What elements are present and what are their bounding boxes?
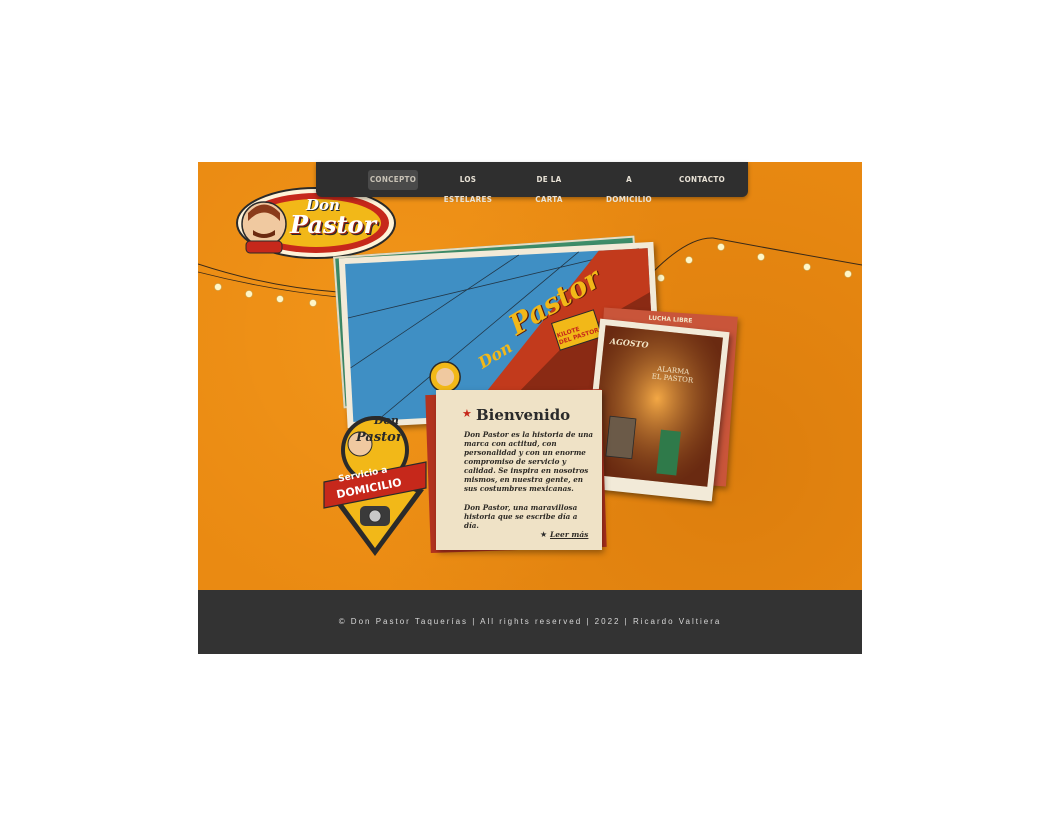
light-bulb bbox=[245, 290, 253, 298]
light-bulb bbox=[803, 263, 811, 271]
nav-los-estelares[interactable]: LOS ESTELARES bbox=[437, 170, 499, 204]
nav-de-la-carta[interactable]: DE LA CARTA bbox=[524, 170, 574, 204]
light-bulb bbox=[844, 270, 852, 278]
light-bulb bbox=[276, 295, 284, 303]
star-icon: ★ bbox=[462, 407, 472, 420]
light-bulb bbox=[717, 243, 725, 251]
badge-brand-pastor: Pastor bbox=[356, 430, 403, 445]
light-bulb bbox=[214, 283, 222, 291]
welcome-tagline: Don Pastor, una maravillosa historia que… bbox=[464, 503, 578, 530]
website-frame: Don Pastor Don Pastor KILOTE DEL PASTOR … bbox=[198, 162, 862, 654]
logo[interactable]: Don Pastor bbox=[234, 186, 396, 262]
light-bulb bbox=[657, 274, 665, 282]
welcome-body: Don Pastor es la historia de una marca c… bbox=[464, 430, 594, 493]
read-more-link[interactable]: Leer más bbox=[550, 530, 588, 539]
star-bullet-icon: ★ bbox=[540, 530, 548, 539]
nav-contacto[interactable]: CONTACTO bbox=[679, 170, 725, 190]
delivery-badge[interactable]: Don Pastor Servicio a DOMICILIO bbox=[322, 410, 428, 558]
site-footer: © Don Pastor Taquerías | All rights rese… bbox=[198, 590, 862, 654]
light-bulb bbox=[309, 299, 317, 307]
welcome-card: ★ Bienvenido Don Pastor es la historia d… bbox=[436, 390, 602, 550]
light-bulb bbox=[685, 256, 693, 264]
interior-photo: AGOSTO ALARMA EL PASTOR bbox=[582, 318, 730, 502]
nav-a-domicilio[interactable]: A DOMICILIO bbox=[602, 170, 656, 204]
interior-image bbox=[589, 325, 723, 487]
footer-copyright: © Don Pastor Taquerías | All rights rese… bbox=[338, 617, 722, 626]
nav-concepto[interactable]: CONCEPTO bbox=[368, 170, 418, 190]
main-navigation: CONCEPTO LOS ESTELARES DE LA CARTA A DOM… bbox=[316, 162, 748, 204]
hero-section: Don Pastor Don Pastor KILOTE DEL PASTOR … bbox=[198, 162, 862, 590]
welcome-title: Bienvenido bbox=[476, 406, 571, 424]
logo-text-pastor: Pastor bbox=[290, 210, 377, 239]
badge-brand-don: Don bbox=[374, 414, 399, 427]
light-bulb bbox=[757, 253, 765, 261]
